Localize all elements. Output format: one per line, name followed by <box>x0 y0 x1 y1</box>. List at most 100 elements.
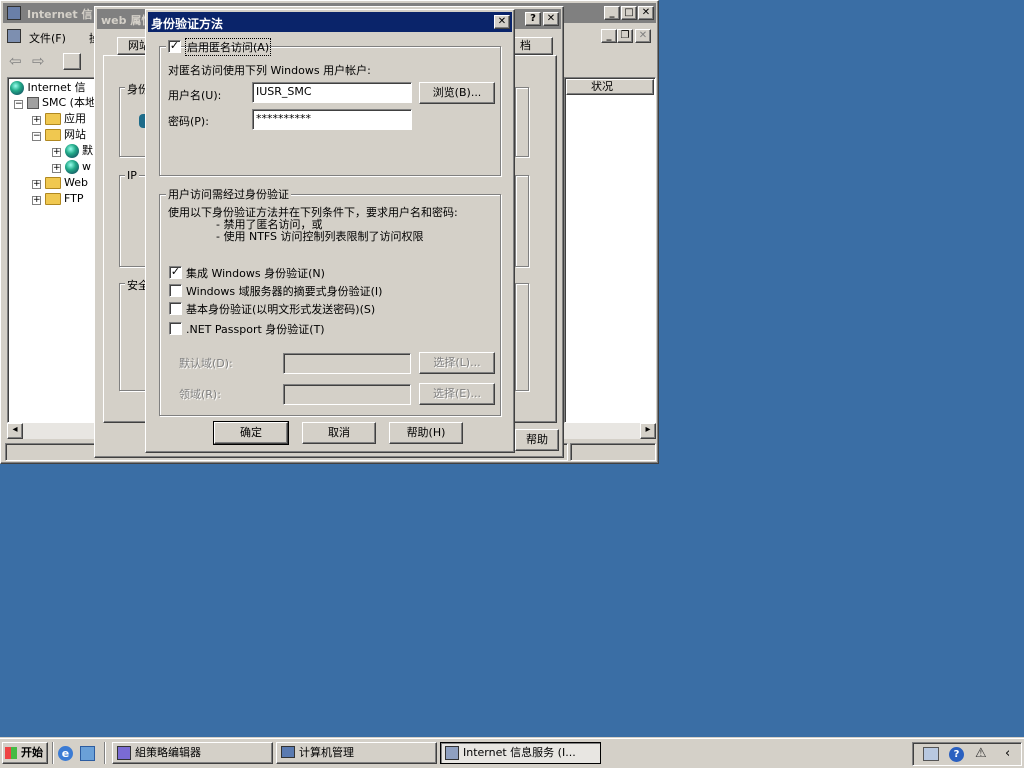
iis-icon <box>10 81 24 95</box>
child-restore-button[interactable]: ❐ <box>617 29 633 43</box>
forward-arrow-icon[interactable]: ⇨ <box>32 52 45 70</box>
browse-button[interactable]: 浏览(B)... <box>419 82 495 104</box>
system-tray: ? ⚠ ‹ <box>912 742 1022 766</box>
taskbar-item-gpedit[interactable]: 組策略编辑器 <box>112 742 273 764</box>
list-pane: 状况 <box>564 77 656 423</box>
anonymous-group-header: ✓ 启用匿名访问(A) <box>166 38 272 56</box>
tree-web-ext[interactable]: + Web <box>32 175 88 191</box>
username-field[interactable]: IUSR_SMC <box>252 82 412 103</box>
expand-icon[interactable]: + <box>32 180 41 189</box>
back-arrow-icon[interactable]: ⇦ <box>9 52 22 70</box>
expand-icon[interactable]: + <box>52 164 61 173</box>
show-desktop-icon[interactable] <box>80 746 95 761</box>
tab-documents[interactable]: 档 <box>513 37 553 55</box>
close-button[interactable]: ✕ <box>638 6 654 20</box>
enable-anonymous-checkbox[interactable]: ✓ <box>168 40 181 53</box>
tree-pane: Internet 信 − SMC (本地 + 应用 − 网站 + 默 + w +… <box>7 77 97 423</box>
anonymous-description: 对匿名访问使用下列 Windows 用户帐户: <box>168 64 371 77</box>
digest-auth-checkbox[interactable] <box>169 284 182 297</box>
status-bar-panel <box>570 443 656 461</box>
website-icon <box>64 160 79 174</box>
select-domain-button: 选择(L)... <box>419 352 495 374</box>
passport-auth-checkbox[interactable] <box>169 322 182 335</box>
authenticated-access-label: 用户访问需经过身份验证 <box>166 186 291 202</box>
alert-icon[interactable]: ⚠ <box>975 746 987 761</box>
right-group-2 <box>515 175 529 267</box>
collapse-icon[interactable]: − <box>14 100 23 109</box>
tree-ftp[interactable]: + FTP <box>32 191 84 207</box>
right-group-3 <box>515 283 529 391</box>
child-close-button[interactable]: ✕ <box>635 29 651 43</box>
auth-dialog-titlebar[interactable]: 身份验证方法 ✕ <box>148 12 512 32</box>
ok-button[interactable]: 确定 <box>213 421 289 445</box>
expand-icon[interactable]: + <box>32 116 41 125</box>
iis-title: Internet 信 <box>27 8 93 21</box>
password-label: 密码(P): <box>168 115 209 128</box>
tray-expand-icon[interactable]: ‹ <box>1005 746 1010 761</box>
tree-app-pools[interactable]: + 应用 <box>32 111 86 127</box>
folder-icon <box>44 113 61 125</box>
show-tree-icon[interactable] <box>63 53 81 70</box>
default-domain-label: 默认域(D): <box>179 357 233 370</box>
collapse-icon[interactable]: − <box>32 132 41 141</box>
username-label: 用户名(U): <box>168 89 222 102</box>
scroll-left-icon[interactable]: ◂ <box>7 423 23 439</box>
taskbar-item-iis[interactable]: Internet 信息服务 (I... <box>440 742 601 764</box>
help-question-button[interactable]: ? <box>525 12 541 26</box>
basic-auth-label[interactable]: 基本身份验证(以明文形式发送密码)(S) <box>186 301 375 317</box>
gpedit-icon <box>117 746 131 760</box>
tree-default-site[interactable]: + 默 <box>52 143 93 159</box>
server-icon <box>26 97 39 109</box>
menu-file[interactable]: 文件(F) <box>29 30 66 46</box>
taskbar-separator <box>104 742 106 764</box>
child-minimize-button[interactable]: _ <box>601 29 617 43</box>
help-icon[interactable]: ? <box>949 747 964 762</box>
iis-app-icon <box>7 6 21 20</box>
network-icon[interactable] <box>923 747 939 761</box>
default-domain-field <box>283 353 411 374</box>
tree-root[interactable]: Internet 信 <box>10 80 86 96</box>
integrated-windows-auth-checkbox[interactable]: ✓ <box>169 266 182 279</box>
computer-management-icon <box>281 746 295 758</box>
tree-server[interactable]: − SMC (本地 <box>14 95 96 111</box>
right-group-1 <box>515 87 529 157</box>
scroll-right-icon[interactable]: ▸ <box>640 423 656 439</box>
auth-dialog-title: 身份验证方法 <box>151 17 224 31</box>
enable-anonymous-label[interactable]: 启用匿名访问(A) <box>184 38 272 56</box>
start-button[interactable]: 开始 <box>2 742 48 764</box>
expand-icon[interactable]: + <box>52 148 61 157</box>
passport-auth-label[interactable]: .NET Passport 身份验证(T) <box>186 321 325 337</box>
folder-icon <box>44 177 61 189</box>
realm-label: 领域(R): <box>179 388 221 401</box>
folder-icon <box>44 129 61 141</box>
maximize-button[interactable]: □ <box>621 6 637 20</box>
minimize-button[interactable]: _ <box>604 6 620 20</box>
expand-icon[interactable]: + <box>32 196 41 205</box>
auth-description-3: - 使用 NTFS 访问控制列表限制了访问权限 <box>216 230 424 243</box>
folder-icon <box>44 193 61 205</box>
taskbar: 开始 e 組策略编辑器 计算机管理 Internet 信息服务 (I... ? … <box>0 738 1024 768</box>
website-icon <box>64 144 79 158</box>
select-realm-button: 选择(E)... <box>419 383 495 405</box>
mmc-icon <box>7 29 21 43</box>
digest-auth-label[interactable]: Windows 域服务器的摘要式身份验证(I) <box>186 283 382 299</box>
web-props-help-button[interactable]: 帮助 <box>515 429 559 451</box>
cancel-button[interactable]: 取消 <box>302 422 376 444</box>
tree-websites[interactable]: − 网站 <box>32 127 86 143</box>
password-field[interactable]: ********** <box>252 109 412 130</box>
tree-web-site[interactable]: + w <box>52 159 91 175</box>
auth-dialog: 身份验证方法 ✕ ✓ 启用匿名访问(A) 对匿名访问使用下列 Windows 用… <box>145 9 515 453</box>
taskbar-item-computer-management[interactable]: 计算机管理 <box>276 742 437 764</box>
help-button[interactable]: 帮助(H) <box>389 422 463 444</box>
column-header-status[interactable]: 状况 <box>566 79 654 95</box>
basic-auth-checkbox[interactable] <box>169 302 182 315</box>
integrated-windows-auth-label[interactable]: 集成 Windows 身份验证(N) <box>186 265 325 281</box>
iis-taskbar-icon <box>445 746 459 760</box>
quicklaunch-separator <box>52 742 54 764</box>
internet-explorer-icon[interactable]: e <box>58 746 73 761</box>
ip-group-label: IP <box>125 169 139 182</box>
realm-field <box>283 384 411 405</box>
windows-logo-icon <box>5 747 17 759</box>
close-button[interactable]: ✕ <box>543 12 559 26</box>
close-button[interactable]: ✕ <box>494 15 510 29</box>
